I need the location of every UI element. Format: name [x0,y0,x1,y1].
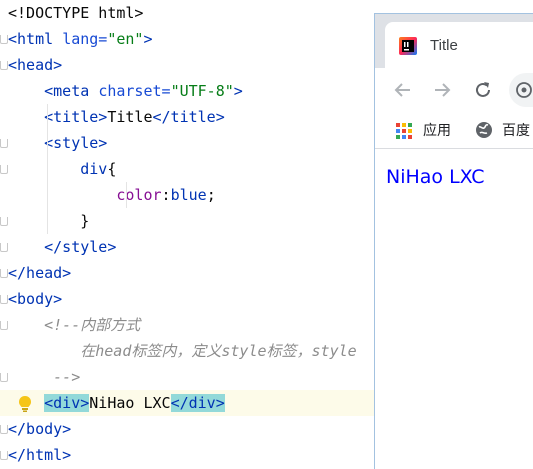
bookmarks-bar: 应用 百度 [375,112,533,149]
globe-icon[interactable] [475,121,493,139]
code-token: charset= [98,82,171,100]
apps-grid-icon[interactable] [396,123,412,139]
code-token: { [107,160,117,178]
fold-marker[interactable] [0,217,8,226]
code-token: Title [107,108,153,126]
fold-marker[interactable] [0,165,8,174]
code-token: > [143,30,153,48]
lightbulb-icon[interactable] [18,395,32,413]
bookmark-baidu-label[interactable]: 百度 [502,120,530,140]
fold-marker[interactable] [0,269,8,278]
fold-marker[interactable] [0,35,8,44]
code-token: </title> [152,108,225,126]
page-div-text: NiHao LXC [386,166,485,188]
tab-bar: Title [375,14,533,68]
back-arrow-icon[interactable] [392,79,414,101]
indent-guide [126,182,127,208]
code-token: <head> [8,56,63,74]
site-info-icon[interactable] [515,81,533,99]
browser-tab[interactable]: Title [385,22,533,68]
code-token: color [116,186,162,204]
code-token: </style> [44,238,117,256]
code-token: div [80,160,108,178]
fold-marker[interactable] [0,61,8,70]
code-token: 在head标签内，定义style标签，style [80,342,357,360]
code-token: > [233,82,243,100]
browser-toolbar [375,68,533,112]
reload-icon[interactable] [472,79,494,101]
code-token: <body> [8,290,63,308]
code-token: </div> [170,394,225,412]
address-bar[interactable] [509,73,533,107]
tab-title: Title [430,37,458,54]
fold-marker[interactable] [0,373,8,382]
forward-arrow-icon[interactable] [431,79,453,101]
code-token: <html [8,30,63,48]
code-token: </head> [8,264,72,282]
fold-marker[interactable] [0,295,8,304]
fold-marker[interactable] [0,321,8,330]
code-token: NiHao LXC [89,394,171,412]
fold-marker[interactable] [0,451,8,460]
code-token: </body> [8,420,72,438]
code-token: lang= [62,30,108,48]
code-token: "UTF-8" [170,82,234,100]
code-token: "en" [107,30,144,48]
code-token: blue [170,186,207,204]
fold-marker[interactable] [0,243,8,252]
code-token: <div> [44,394,90,412]
browser-window: Title 应用 百度 NiHao LXC [374,13,533,469]
code-token: <style> [44,134,108,152]
intellij-favicon-icon [399,37,417,55]
code-token: : [161,186,171,204]
indent-guide [47,104,48,234]
bookmark-apps-label[interactable]: 应用 [423,120,451,140]
code-token: } [80,212,90,230]
fold-marker[interactable] [0,139,8,148]
fold-marker[interactable] [0,425,8,434]
code-token: --> [53,368,81,386]
code-token: <!DOCTYPE html> [8,4,144,22]
code-token: <meta [44,82,99,100]
code-token: <title> [44,108,108,126]
code-token: <!--内部方式 [44,316,141,334]
page-content: NiHao LXC [375,149,533,469]
code-token: ; [206,186,216,204]
code-token: </html> [8,446,72,464]
